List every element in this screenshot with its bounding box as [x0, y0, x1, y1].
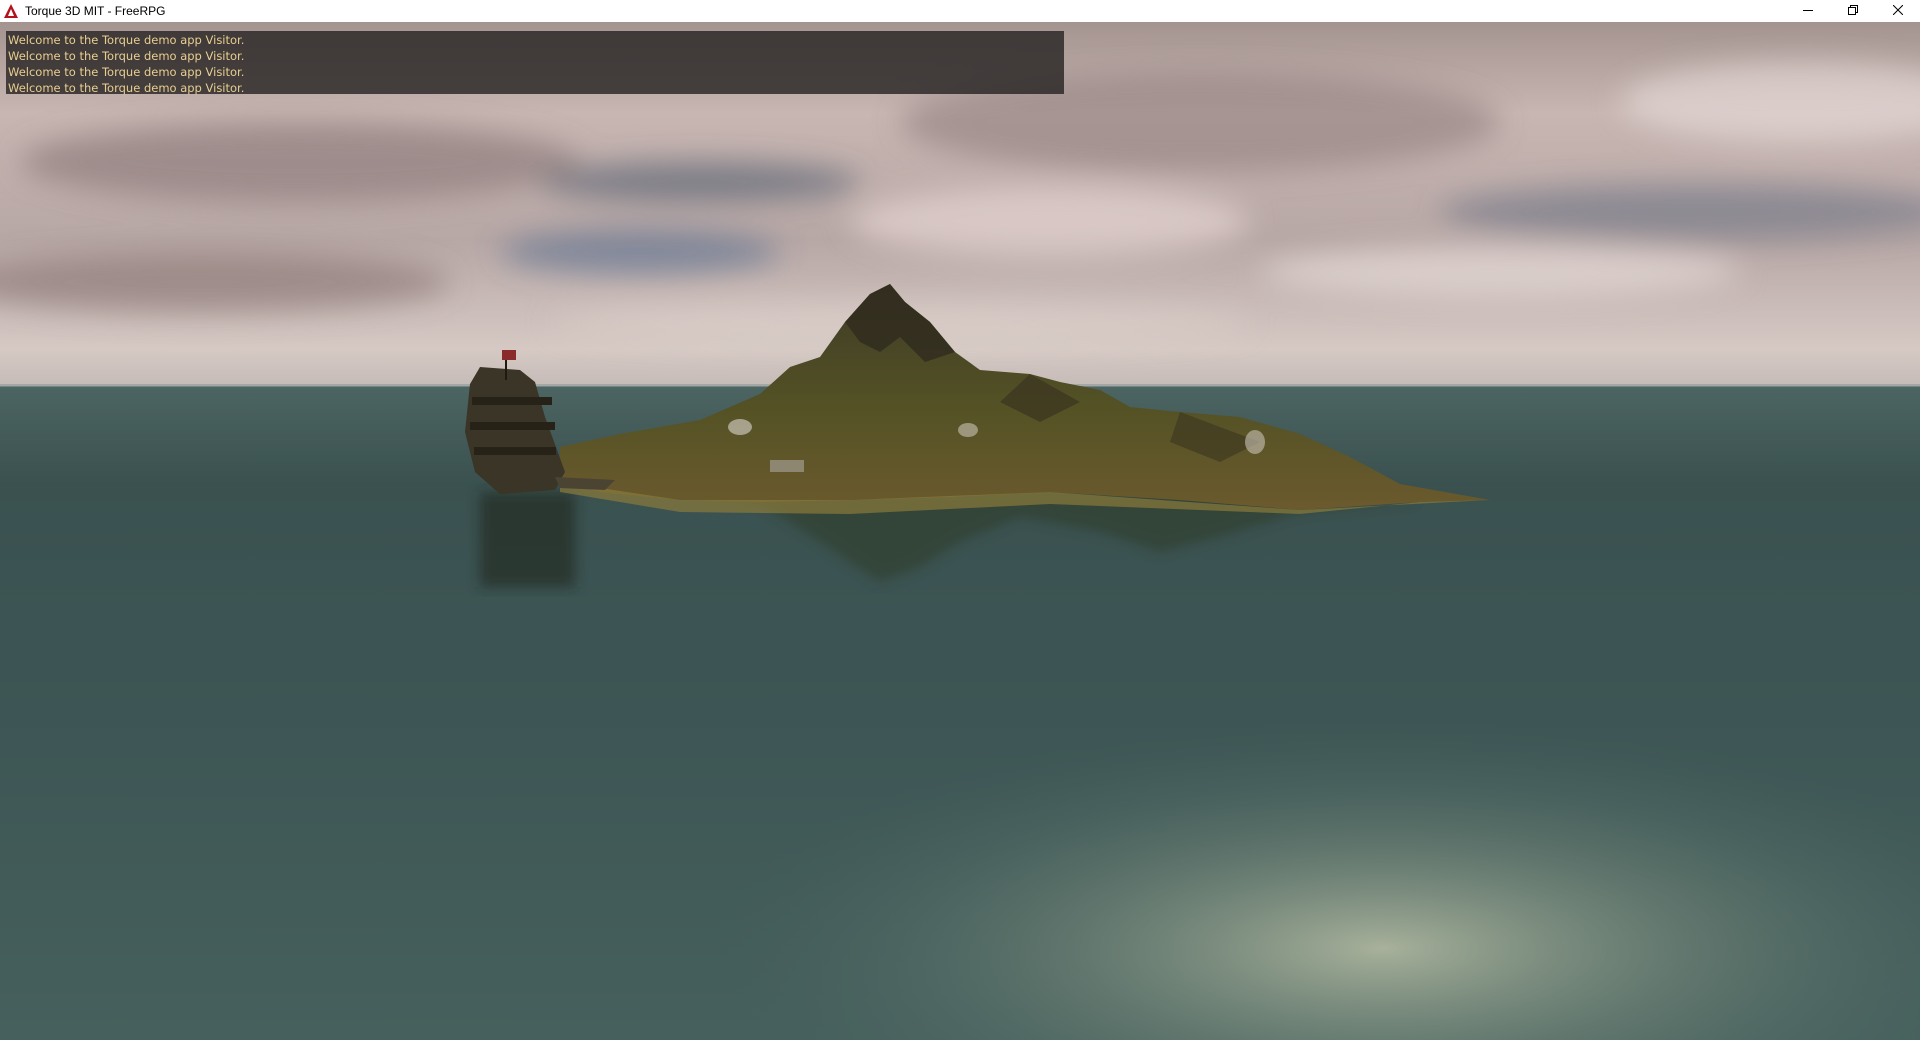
game-window: Torque 3D MIT - FreeRPG Welcome to the T… — [0, 0, 1920, 1040]
restore-icon — [1847, 2, 1858, 20]
window-title: Torque 3D MIT - FreeRPG — [25, 4, 166, 18]
chat-line: Welcome to the Torque demo app Visitor. — [8, 65, 245, 79]
title-bar[interactable]: Torque 3D MIT - FreeRPG — [0, 0, 1920, 22]
minimize-icon — [1802, 2, 1813, 20]
restore-button[interactable] — [1830, 0, 1875, 22]
close-icon — [1892, 2, 1903, 20]
window-controls — [1785, 0, 1920, 22]
flag — [502, 350, 516, 360]
chat-hud: Welcome to the Torque demo app Visitor. … — [6, 31, 1064, 95]
chat-line: Welcome to the Torque demo app Visitor. — [8, 33, 245, 47]
chat-line: Welcome to the Torque demo app Visitor. — [8, 49, 245, 63]
game-viewport[interactable]: Welcome to the Torque demo app Visitor. … — [0, 22, 1920, 1040]
close-button[interactable] — [1875, 0, 1920, 22]
game-scene — [0, 22, 1920, 1040]
minimize-button[interactable] — [1785, 0, 1830, 22]
torque-logo-icon — [4, 4, 18, 18]
chat-line: Welcome to the Torque demo app Visitor. — [8, 81, 245, 95]
